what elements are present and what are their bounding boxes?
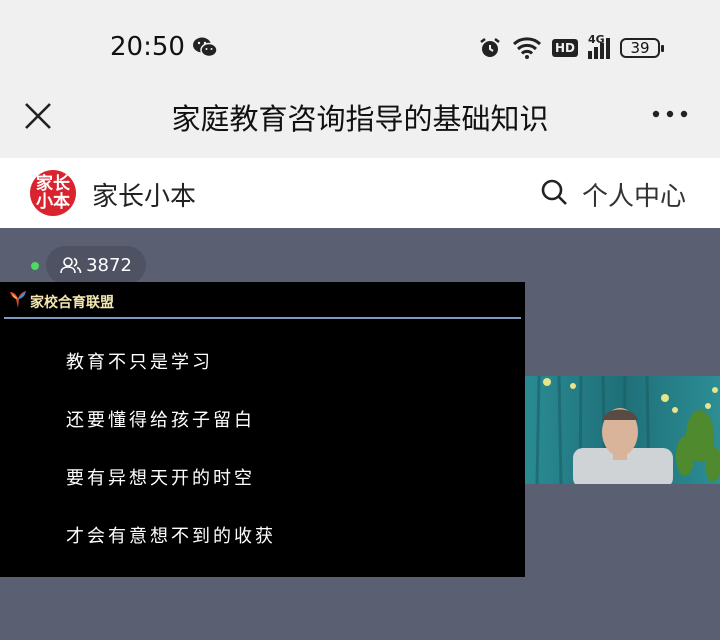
channel-header: 家长 小本 家长小本 个人中心 [0, 158, 720, 228]
network-type-label: 4G [588, 33, 605, 46]
alarm-icon [480, 38, 500, 57]
status-icons: HD 4G 39 [478, 33, 664, 62]
slide-text-line: 要有异想天开的时空 [66, 468, 255, 489]
viewer-count: 3872 [86, 254, 132, 276]
wechat-icon [193, 37, 218, 58]
wifi-icon [512, 37, 542, 59]
battery-icon: 39 [620, 38, 664, 58]
title-bar: 家庭教育咨询指导的基础知识 [0, 90, 720, 158]
signal-icon: 4G [588, 33, 610, 59]
slide-divider [4, 317, 521, 319]
slide-text-line: 还要懂得给孩子留白 [66, 410, 255, 431]
more-icon[interactable] [650, 102, 690, 126]
bird-logo-icon [10, 291, 26, 308]
status-bar: 20:50 HD 4G 39 [0, 0, 720, 90]
live-indicator [31, 262, 39, 270]
channel-logo[interactable]: 家长 小本 [30, 170, 76, 216]
slide-header: 家校合育联盟 [0, 282, 525, 319]
slide-text-line: 才会有意想不到的收获 [66, 526, 276, 547]
battery-level: 39 [630, 39, 650, 57]
slide-text-line: 教育不只是学习 [66, 352, 213, 373]
presenter-video[interactable] [525, 376, 720, 484]
page-title: 家庭教育咨询指导的基础知识 [171, 102, 549, 136]
presentation-slide: 家校合育联盟 教育不只是学习 还要懂得给孩子留白 要有异想天开的时空 才会有意想… [0, 282, 525, 577]
search-icon[interactable] [540, 178, 568, 206]
hd-icon: HD [551, 39, 578, 57]
viewer-count-badge[interactable]: 3872 [46, 246, 146, 284]
slide-brand-name: 家校合育联盟 [30, 295, 114, 311]
status-time: 20:50 [110, 32, 185, 62]
users-icon [60, 257, 82, 274]
presenter-video-frame [525, 376, 720, 484]
channel-name[interactable]: 家长小本 [92, 176, 196, 213]
live-stream-area[interactable]: 3872 家校合育联盟 教育不只是学习 还要懂得给孩子留白 要有异想天开的时空 … [0, 228, 720, 640]
personal-center-link[interactable]: 个人中心 [582, 176, 686, 213]
